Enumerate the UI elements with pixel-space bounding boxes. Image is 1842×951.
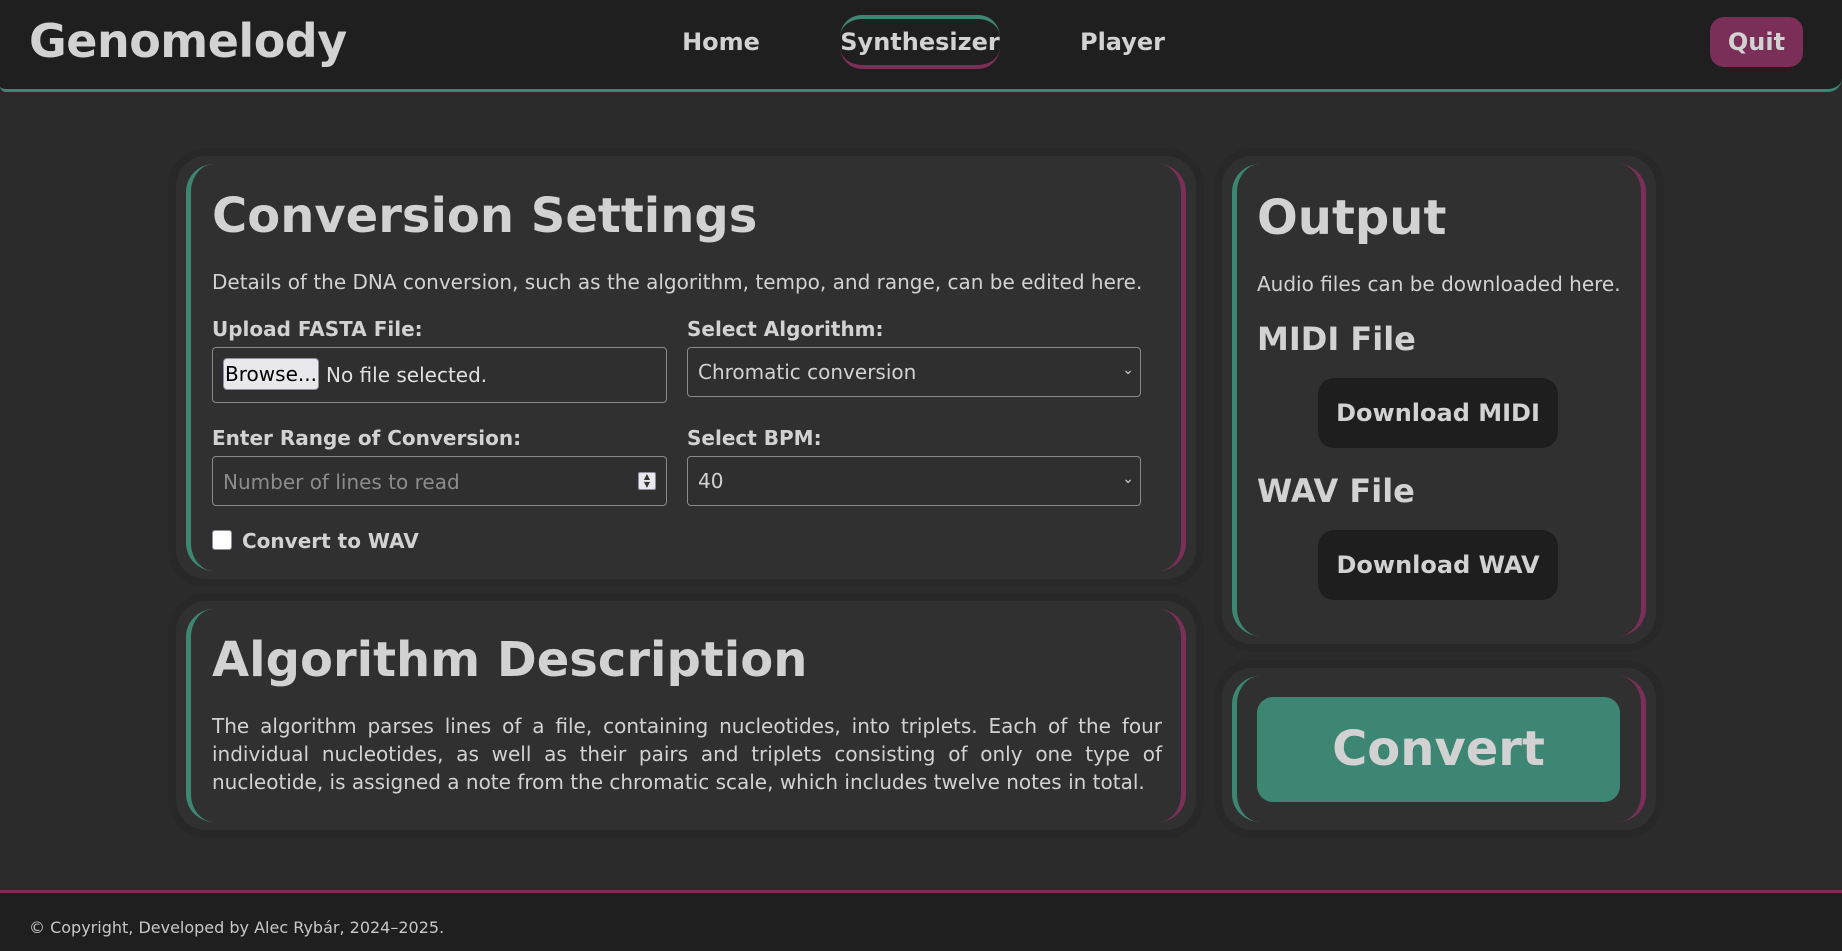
copyright-text: © Copyright, Developed by Alec Rybár, 20…: [29, 918, 445, 937]
download-wav-button[interactable]: Download WAV: [1318, 530, 1558, 600]
quit-button[interactable]: Quit: [1710, 17, 1803, 67]
nav-synthesizer[interactable]: Synthesizer: [840, 15, 1000, 69]
download-midi-button[interactable]: Download MIDI: [1318, 378, 1558, 448]
algorithm-selected-value: Chromatic conversion: [698, 360, 917, 384]
bpm-select[interactable]: 40 ⌄: [687, 456, 1141, 506]
algorithm-description-title: Algorithm Description: [212, 632, 808, 688]
no-file-text: No file selected.: [326, 363, 488, 387]
algorithm-label: Select Algorithm:: [687, 317, 884, 341]
app-logo[interactable]: Genomelody: [29, 14, 347, 68]
footer: © Copyright, Developed by Alec Rybár, 20…: [0, 890, 1842, 951]
upload-label: Upload FASTA File:: [212, 317, 423, 341]
conversion-settings-description: Details of the DNA conversion, such as t…: [212, 270, 1143, 294]
algorithm-select[interactable]: Chromatic conversion ⌄: [687, 347, 1141, 397]
bpm-label: Select BPM:: [687, 426, 822, 450]
number-spinner-icon[interactable]: ▲ ▼: [638, 472, 656, 490]
chevron-down-icon: ⌄: [1122, 471, 1134, 487]
file-upload-input[interactable]: Browse... No file selected.: [212, 347, 667, 403]
range-label: Enter Range of Conversion:: [212, 426, 522, 450]
convert-button[interactable]: Convert: [1257, 697, 1620, 802]
convert-to-wav-label[interactable]: Convert to WAV: [242, 529, 419, 553]
nav-home[interactable]: Home: [674, 15, 768, 69]
range-placeholder: Number of lines to read: [223, 470, 460, 494]
midi-file-heading: MIDI File: [1257, 320, 1416, 358]
output-title: Output: [1257, 190, 1447, 246]
output-description: Audio files can be downloaded here.: [1257, 272, 1621, 296]
algorithm-description-text: The algorithm parses lines of a file, co…: [212, 714, 1162, 794]
top-nav-bar: Genomelody Home Synthesizer Player Quit: [0, 0, 1842, 92]
nav-player[interactable]: Player: [1075, 15, 1170, 69]
conversion-settings-title: Conversion Settings: [212, 188, 758, 244]
browse-button[interactable]: Browse...: [223, 358, 319, 390]
wav-file-heading: WAV File: [1257, 472, 1415, 510]
chevron-down-icon: ⌄: [1122, 362, 1134, 378]
range-number-input[interactable]: Number of lines to read ▲ ▼: [212, 456, 667, 506]
bpm-selected-value: 40: [698, 469, 724, 493]
convert-to-wav-checkbox[interactable]: [212, 530, 232, 550]
